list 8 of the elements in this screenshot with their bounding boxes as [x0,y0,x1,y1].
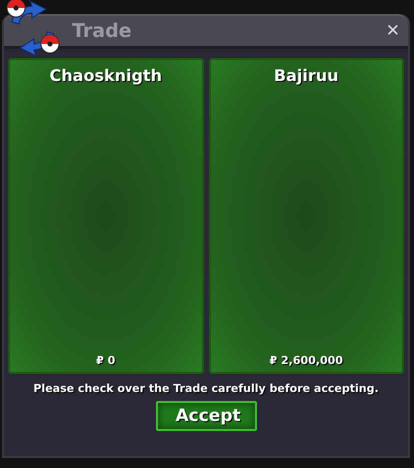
window-title: Trade [72,20,132,42]
player-name: Chaosknigth [50,66,162,85]
player-name: Bajiruu [274,66,339,85]
accept-button[interactable]: Accept [156,401,256,431]
money-amount: ₽ 2,600,000 [270,354,343,367]
trade-notice: Please check over the Trade carefully before accepting. [32,382,380,395]
close-button[interactable]: ✕ [384,21,402,41]
money-amount: ₽ 0 [96,354,116,367]
